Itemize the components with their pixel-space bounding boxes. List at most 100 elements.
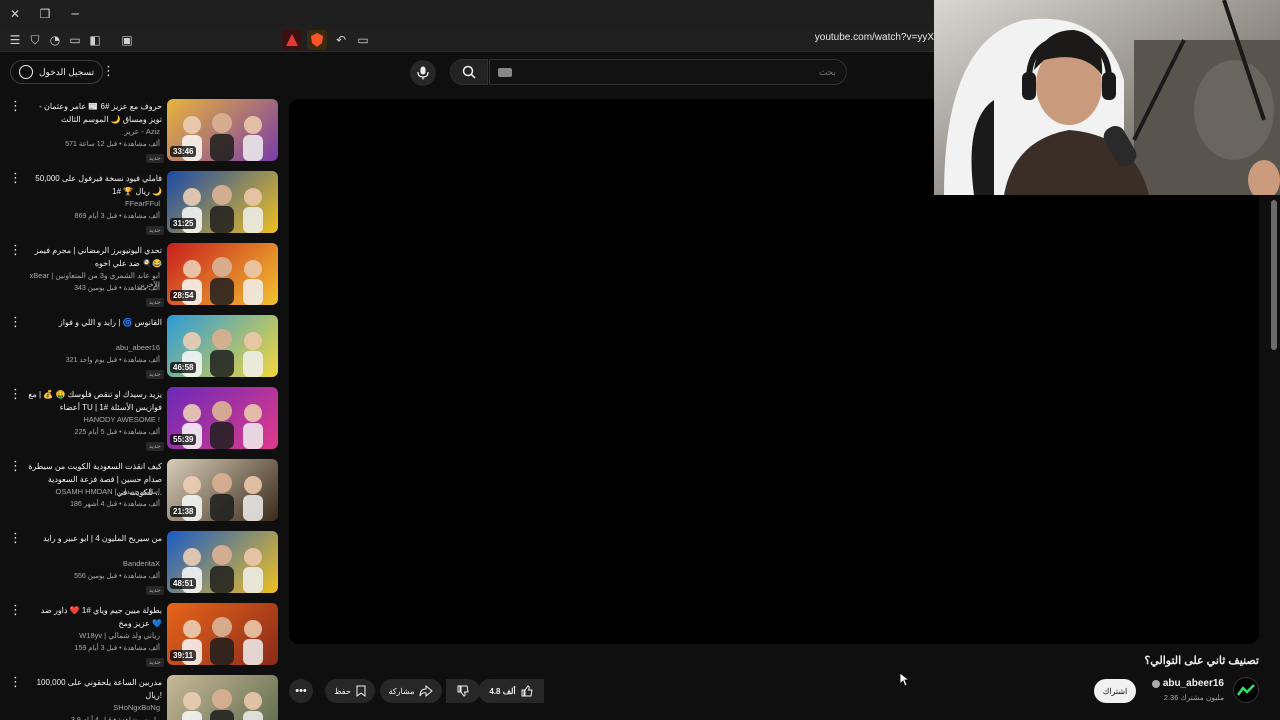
restore-icon[interactable]: ❐ xyxy=(34,4,56,24)
recommendation-meta: 556 ألف مشاهدة • قبل يومين xyxy=(74,573,160,580)
sign-in-label: تسجيل الدخول xyxy=(39,66,95,77)
channel-name: abu_abeer16 xyxy=(1162,678,1224,689)
recommendation-title[interactable]: من سيربح المليون 4 | ابو عبير و رايد xyxy=(24,532,162,545)
more-actions-button[interactable]: ••• xyxy=(289,679,313,703)
subscriber-count: 2.36 مليون مشترك xyxy=(1163,693,1224,702)
history-icon[interactable]: ◔ xyxy=(46,31,64,49)
recommendation-title[interactable]: حروف مع عزيز #6 📰 عامر وعثمان - تويز ومس… xyxy=(24,100,162,126)
shield-extension-icon[interactable] xyxy=(307,30,327,50)
recommendation-title[interactable]: القانوس 🌀 | رايد و اللي و فواز xyxy=(24,316,162,329)
more-icon: ••• xyxy=(295,685,307,697)
recommendation-item[interactable]: ⋮ 31:25 فاملي فيود نسخة فيرفول على 50,000 … xyxy=(0,168,282,238)
recommendation-menu-icon[interactable]: ⋮ xyxy=(9,676,22,690)
channel-avatar[interactable] xyxy=(1233,677,1259,703)
mouse-cursor-icon xyxy=(900,673,910,687)
new-badge: جديد xyxy=(146,658,164,667)
recommendation-meta: 321 ألف مشاهدة • قبل يوم واحد xyxy=(65,357,160,364)
microphone-icon xyxy=(417,66,429,80)
search-button[interactable] xyxy=(450,59,488,85)
recommendation-item[interactable]: ⋮ 48:51 من سيربح المليون 4 | ابو عبير و را… xyxy=(0,528,282,598)
share-icon xyxy=(419,685,434,697)
subscribe-button[interactable]: اشتراك xyxy=(1094,679,1136,703)
recommendation-menu-icon[interactable]: ⋮ xyxy=(9,100,22,114)
recommendation-title[interactable]: بطولة ميين جيم وياي #1 ❤️ داور ضد عزيز و… xyxy=(24,604,162,630)
recommendation-menu-icon[interactable]: ⋮ xyxy=(9,532,22,546)
address-bar[interactable]: youtube.com/watch?v=yyX xyxy=(815,32,934,43)
minimize-icon[interactable]: ─ xyxy=(64,4,86,24)
recommendation-menu-icon[interactable]: ⋮ xyxy=(9,316,22,330)
recommendation-channel[interactable]: W18yv | رياني ولد شمالي xyxy=(10,631,160,640)
new-badge: جديد xyxy=(146,226,164,235)
recommendation-channel[interactable]: HANODY AWESOME ! xyxy=(10,415,160,424)
cast-icon[interactable]: ▭ xyxy=(354,31,372,49)
recommendation-item[interactable]: ⋮ 39:11 بطولة ميين جيم وياي #1 ❤️ داور ضد … xyxy=(0,600,282,670)
thumbs-down-icon xyxy=(457,685,469,697)
recommendation-meta: 3.9 مليون مشاهدة • قبل 4 أيام xyxy=(10,716,160,720)
recommendation-title[interactable]: يزيد رسيدك او تنقص فلوسك 🤑 💰 | مع أعضاء … xyxy=(24,388,162,414)
video-duration: 28:54 xyxy=(170,290,197,301)
recommendation-meta: 869 ألف مشاهدة • قبل 3 أيام xyxy=(74,213,160,220)
thumbs-up-icon xyxy=(521,685,533,697)
video-duration: 31:25 xyxy=(170,218,197,229)
like-button[interactable]: 4.8 ألف xyxy=(478,679,544,703)
recommendation-menu-icon[interactable]: ⋮ xyxy=(9,388,22,402)
streamer-webcam-image xyxy=(934,0,1280,195)
video-duration: 46:58 xyxy=(170,362,197,373)
recommendation-menu-icon[interactable]: ⋮ xyxy=(9,172,22,186)
recommendation-channel[interactable]: BanderitaX xyxy=(10,559,160,568)
settings-menu-icon[interactable]: ⋮ xyxy=(102,65,115,79)
close-icon[interactable]: ✕ xyxy=(4,4,26,24)
video-duration: 39:11 xyxy=(170,650,197,661)
recommendation-channel[interactable]: FFearFFul xyxy=(10,199,160,208)
shield-icon[interactable]: ⛉ xyxy=(26,31,44,49)
video-duration: 33:46 xyxy=(170,146,197,157)
recommendation-item[interactable]: ⋮59:42مدربين الساعة يلحقوني على 100,000 … xyxy=(0,672,282,720)
page-scrollbar[interactable] xyxy=(1271,200,1277,350)
recommendation-item[interactable]: ⋮ 33:46 حروف مع عزيز #6 📰 عامر وعثمان - تو… xyxy=(0,96,282,166)
verified-icon xyxy=(1151,679,1160,688)
search-icon xyxy=(462,65,476,79)
recommendation-channel[interactable]: abu_abeer16 xyxy=(10,343,160,352)
recommendation-meta: 225 ألف مشاهدة • قبل 5 أيام xyxy=(74,429,160,436)
save-button[interactable]: حفظ xyxy=(325,679,375,703)
search-input[interactable] xyxy=(490,60,846,84)
recommendation-item[interactable]: ⋮ 21:38 كيف انقذت السعودية الكويت من سيطرة… xyxy=(0,456,282,526)
new-badge: جديد xyxy=(146,370,164,379)
sidebar-toggle-icon[interactable]: ◧ xyxy=(86,31,104,49)
recommendation-meta: 571 ألف مشاهدة • قبل 12 ساعة xyxy=(65,141,160,148)
recommendation-item[interactable]: ⋮ 28:54 تحدي اليوتيوبرز الرمضاني | مجرم في… xyxy=(0,240,282,310)
recommendation-item[interactable]: ⋮ 55:39 يزيد رسيدك او تنقص فلوسك 🤑 💰 | مع … xyxy=(0,384,282,454)
video-duration: 21:38 xyxy=(170,506,197,517)
video-title: تصنيف ثاني على التوالي؟ xyxy=(1144,655,1259,667)
tabs-icon[interactable]: ▭ xyxy=(66,31,84,49)
reader-icon[interactable]: ▣ xyxy=(118,31,136,49)
search-field[interactable] xyxy=(489,59,847,85)
new-badge: جديد xyxy=(146,298,164,307)
voice-search-button[interactable] xyxy=(410,60,436,86)
back-icon[interactable]: ↶ xyxy=(332,31,350,49)
menu-icon[interactable]: ☰ xyxy=(6,31,24,49)
recommendation-title[interactable]: تحدي اليوتيوبرز الرمضاني | مجرم فيمز ضد … xyxy=(24,244,162,270)
share-button[interactable]: مشاركة xyxy=(380,679,442,703)
recommendation-menu-icon[interactable]: ⋮ xyxy=(9,244,22,258)
recommendation-channel[interactable]: عزيز - Aziz xyxy=(10,127,160,136)
sign-in-button[interactable]: تسجيل الدخول xyxy=(10,60,104,84)
new-badge: جديد xyxy=(146,154,164,163)
recommendation-channel[interactable]: OSAMH HMDAN | اسامه حمدان xyxy=(10,487,160,496)
dislike-button[interactable] xyxy=(446,679,480,703)
video-thumbnail[interactable] xyxy=(167,675,278,720)
recommendation-title[interactable]: فاملي فيود نسخة فيرفول على 50,000 ريال 🏆… xyxy=(24,172,162,198)
recommendation-menu-icon[interactable]: ⋮ xyxy=(9,460,22,474)
webcam-overlay xyxy=(934,0,1280,195)
recommendation-meta: 343 ألف مشاهدة • قبل يومين xyxy=(74,285,160,292)
like-count: 4.8 ألف xyxy=(489,686,516,696)
recommendations-list: ⋮ 33:46 حروف مع عزيز #6 📰 عامر وعثمان - تو… xyxy=(0,96,282,720)
recommendation-menu-icon[interactable]: ⋮ xyxy=(9,604,22,618)
extension-icon[interactable] xyxy=(282,30,302,50)
recommendation-title[interactable]: مدربين الساعة يلحقوني على 100,000 ريال! xyxy=(24,676,162,702)
keyboard-icon[interactable] xyxy=(498,68,512,77)
recommendation-item[interactable]: ⋮ 46:58 القانوس 🌀 | رايد و اللي و فواز abu_… xyxy=(0,312,282,382)
channel-name-row[interactable]: abu_abeer16 xyxy=(1151,678,1224,689)
recommendation-channel[interactable]: SHoNgxBoNg xyxy=(10,703,160,712)
thumbnail-people-icon xyxy=(182,689,263,720)
